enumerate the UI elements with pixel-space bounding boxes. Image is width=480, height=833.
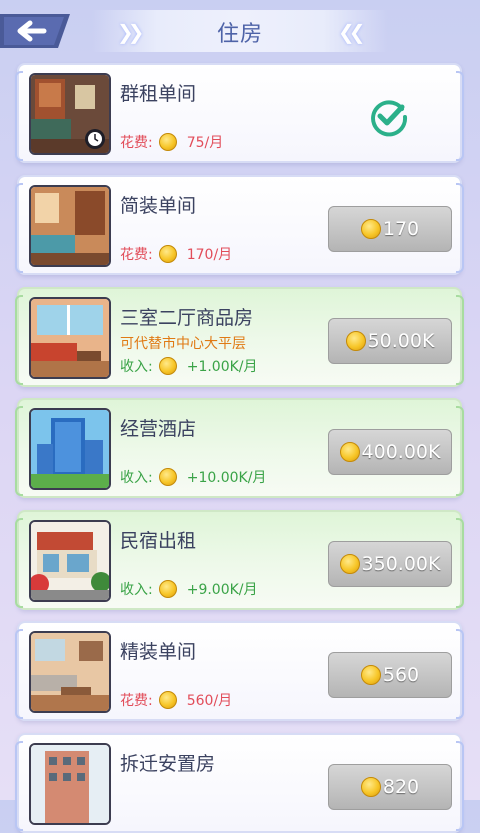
cost-label: 花费: [120,135,153,151]
cost-value: 75/月 [186,135,224,151]
housing-thumbnail-1 [29,185,111,267]
income-label: 收入: [120,582,153,598]
buy-button[interactable]: 350.00K [328,541,452,587]
coin-icon [158,133,177,151]
coin-icon [360,777,381,797]
housing-thumbnail-2 [29,297,111,379]
housing-card-1[interactable]: 简装单间 花费: 170/月 170 [15,175,464,275]
coin-icon [339,554,360,574]
housing-subtitle: 可代替市中心大平层 [120,336,246,352]
income-label: 收入: [120,470,153,486]
housing-card-6[interactable]: 拆迁安置房 820 [15,733,464,833]
housing-name: 精装单间 [120,641,197,663]
income-label: 收入: [120,359,153,375]
cost-row: 花费: 75/月 [120,131,223,153]
coin-icon [158,357,177,375]
housing-thumbnail-6 [29,743,111,825]
coin-icon [158,580,177,598]
housing-thumbnail-0 [29,73,111,155]
header: ❯❯ ❮❮ 住房 [0,0,480,60]
buy-button[interactable]: 170 [328,206,452,252]
housing-name: 民宿出租 [120,530,197,552]
price-label: 820 [382,776,420,798]
coin-icon [360,219,381,239]
cost-value: 170/月 [186,247,233,263]
coin-icon [158,468,177,486]
income-row: 收入: +9.00K/月 [120,578,258,600]
housing-thumbnail-3 [29,408,111,490]
cost-row: 花费: 560/月 [120,689,232,711]
page-title: 住房 [216,22,263,47]
buy-button[interactable]: 560 [328,652,452,698]
price-label: 350.00K [361,553,441,575]
cost-label: 花费: [120,693,153,709]
price-label: 560 [382,664,420,686]
price-label: 400.00K [361,441,441,463]
housing-name: 拆迁安置房 [120,753,216,775]
housing-card-4[interactable]: 民宿出租 收入: +9.00K/月 350.00K [15,510,464,610]
coin-icon [345,331,366,351]
coin-icon [158,245,177,263]
housing-name: 简装单间 [120,195,197,217]
cost-row: 花费: 170/月 [120,243,232,265]
cost-label: 花费: [120,247,153,263]
price-label: 50.00K [367,330,435,352]
income-value: +9.00K/月 [186,582,258,598]
housing-thumbnail-5 [29,631,111,713]
housing-card-0[interactable]: 群租单间 花费: 75/月 [15,63,464,163]
housing-card-5[interactable]: 精装单间 花费: 560/月 560 [15,621,464,721]
housing-card-2[interactable]: 三室二厅商品房 可代替市中心大平层 收入: +1.00K/月 50.00K [15,287,464,387]
housing-name: 经营酒店 [120,418,197,440]
income-row: 收入: +10.00K/月 [120,466,266,488]
price-label: 170 [382,218,420,240]
coin-icon [158,691,177,709]
check-icon [371,100,408,137]
coin-icon [360,665,381,685]
cost-value: 560/月 [186,693,233,709]
housing-name: 群租单间 [120,83,197,105]
income-value: +1.00K/月 [186,359,258,375]
income-row: 收入: +1.00K/月 [120,355,258,377]
buy-button[interactable]: 820 [328,764,452,810]
buy-button[interactable]: 50.00K [328,318,452,364]
housing-card-3[interactable]: 经营酒店 收入: +10.00K/月 400.00K [15,398,464,498]
buy-button[interactable]: 400.00K [328,429,452,475]
housing-thumbnail-4 [29,520,111,602]
housing-name: 三室二厅商品房 [120,307,254,329]
income-value: +10.00K/月 [186,470,267,486]
coin-icon [339,442,360,462]
